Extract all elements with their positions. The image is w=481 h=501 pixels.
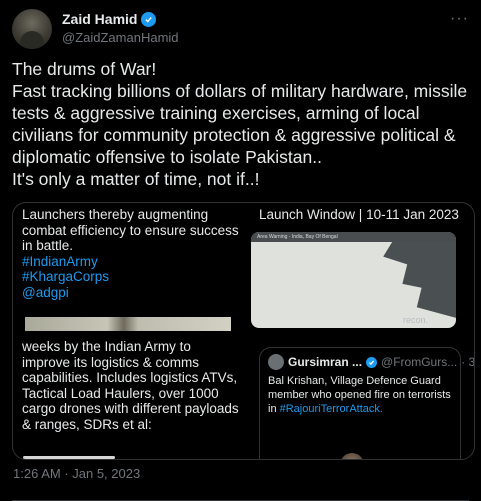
- tweet-text: The drums of War! Fast tracking billions…: [12, 59, 468, 189]
- tweet-header: Zaid Hamid @ZaidZamanHamid ···: [12, 8, 471, 49]
- panel3-text: weeks by the Indian Army to improve its …: [22, 339, 239, 432]
- author-name[interactable]: Zaid Hamid: [62, 11, 137, 27]
- media-grid[interactable]: Launchers thereby augmenting combat effi…: [12, 202, 475, 460]
- quoted-photo: [340, 453, 364, 459]
- quoted-verified-icon: [366, 356, 378, 368]
- avatar[interactable]: [12, 9, 52, 49]
- quoted-avatar: [268, 354, 284, 370]
- verified-badge-icon: [141, 11, 157, 27]
- launch-window-title: Launch Window | 10-11 Jan 2023: [259, 207, 459, 222]
- quoted-tweet-card[interactable]: Gursimran ... @FromGurs... · 3h Bal Kris…: [259, 347, 474, 459]
- map-label: Area Warning - India, Bay Of Bengal: [251, 232, 456, 242]
- author-name-row: Zaid Hamid: [62, 11, 157, 27]
- panel1-text-block: Launchers thereby augmenting combat effi…: [13, 203, 241, 300]
- media-panel-2[interactable]: Launch Window | 10-11 Jan 2023 Area Warn…: [243, 203, 474, 330]
- panel1-text: Launchers thereby augmenting combat effi…: [22, 207, 239, 253]
- author-handle[interactable]: @ZaidZamanHamid: [62, 30, 179, 45]
- more-options-icon[interactable]: ···: [450, 10, 469, 28]
- area-warning-map: Area Warning - India, Bay Of Bengal: [251, 232, 456, 328]
- mention-adgpi[interactable]: @adgpi: [22, 285, 241, 301]
- quoted-name: Gursimran ...: [288, 355, 363, 369]
- quoted-time: · 3h: [461, 355, 474, 369]
- quoted-handle: @FromGurs...: [381, 355, 458, 369]
- hashtag-rajouriterrorattack[interactable]: #RajouriTerrorAttack.: [280, 403, 383, 415]
- tweet-timestamp[interactable]: 1:26 AM · Jan 5, 2023: [13, 466, 140, 481]
- coastline-shape: [383, 241, 456, 319]
- scroll-indicator: [23, 456, 115, 459]
- photo-strip: [25, 317, 231, 331]
- media-panel-4[interactable]: Gursimran ... @FromGurs... · 3h Bal Kris…: [243, 332, 474, 459]
- quoted-tweet-header: Gursimran ... @FromGurs... · 3h: [268, 354, 474, 370]
- panel2-caption: recon.: [403, 315, 429, 325]
- hashtag-khargacorps[interactable]: #KhargaCorps: [22, 269, 241, 285]
- quoted-text-block: Bal Krishan, Village Defence Guard membe…: [268, 374, 453, 416]
- media-panel-1[interactable]: Launchers thereby augmenting combat effi…: [13, 203, 241, 315]
- hashtag-indianarmy[interactable]: #IndianArmy: [22, 254, 241, 270]
- media-panel-3[interactable]: weeks by the Indian Army to improve its …: [13, 317, 241, 459]
